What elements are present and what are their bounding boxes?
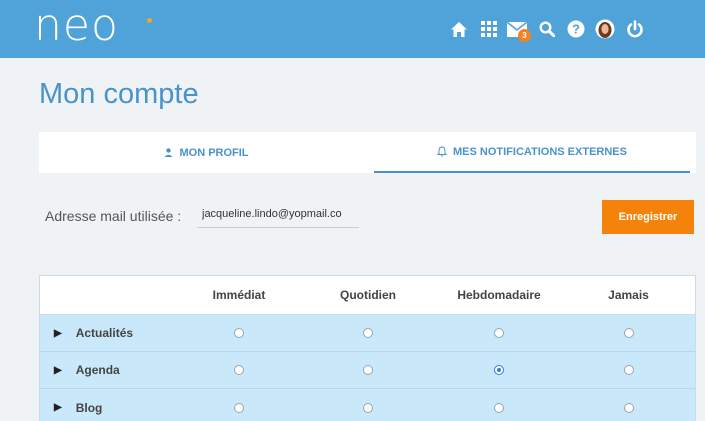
row-label: Blog bbox=[75, 400, 103, 415]
radio-immediat[interactable] bbox=[234, 365, 244, 375]
table-row: ▶ Actualités bbox=[40, 315, 695, 352]
radio-cell bbox=[298, 315, 438, 351]
radio-hebdomadaire[interactable] bbox=[494, 328, 504, 338]
logo-dot bbox=[147, 18, 152, 23]
tab-mes-notifications-label: MES NOTIFICATIONS EXTERNES bbox=[453, 145, 627, 158]
home-icon[interactable] bbox=[444, 12, 474, 46]
table-row: ▶ Agenda bbox=[40, 352, 695, 389]
header-quotidien: Quotidien bbox=[340, 288, 396, 302]
row-name-cell[interactable]: ▶ Agenda bbox=[40, 352, 180, 388]
radio-jamais[interactable] bbox=[623, 328, 634, 338]
header-hebdomadaire: Hebdomadaire bbox=[457, 288, 541, 302]
email-field[interactable] bbox=[197, 201, 359, 228]
table-header: Immédiat Quotidien Hebdomadaire Jamais bbox=[40, 276, 695, 315]
apps-grid-icon[interactable] bbox=[474, 12, 504, 46]
neo-logo[interactable]: neo bbox=[34, 4, 119, 48]
radio-jamais[interactable] bbox=[623, 402, 634, 413]
radio-cell bbox=[438, 315, 560, 351]
tab-mon-profil-label: MON PROFIL bbox=[179, 146, 249, 159]
radio-cell bbox=[438, 389, 560, 421]
radio-cell bbox=[180, 315, 298, 351]
radio-quotidien[interactable] bbox=[363, 365, 373, 375]
radio-immediat[interactable] bbox=[234, 402, 244, 413]
expand-triangle-icon[interactable]: ▶ bbox=[54, 365, 62, 376]
person-icon bbox=[164, 148, 173, 157]
radio-cell bbox=[298, 352, 438, 388]
svg-text:?: ? bbox=[572, 22, 580, 37]
radio-hebdomadaire[interactable] bbox=[494, 402, 504, 413]
expand-triangle-icon[interactable]: ▶ bbox=[54, 402, 62, 413]
mail-badge: 3 bbox=[518, 29, 531, 42]
mail-label: Adresse mail utilisée : bbox=[45, 208, 182, 224]
power-icon[interactable] bbox=[620, 12, 650, 46]
radio-jamais[interactable] bbox=[623, 365, 634, 375]
row-label: Actualités bbox=[75, 326, 134, 340]
mail-icon[interactable]: 3 bbox=[502, 12, 532, 46]
row-name-cell[interactable]: ▶ Actualités bbox=[40, 315, 180, 351]
expand-triangle-icon[interactable]: ▶ bbox=[54, 328, 62, 339]
row-label: Agenda bbox=[75, 363, 120, 377]
radio-cell bbox=[180, 389, 298, 421]
radio-cell bbox=[560, 352, 697, 388]
radio-cell bbox=[180, 352, 298, 388]
row-name-cell[interactable]: ▶ Blog bbox=[40, 389, 180, 421]
account-tabs: MON PROFIL MES NOTIFICATIONS EXTERNES bbox=[39, 132, 696, 173]
table-row: ▶ Blog bbox=[40, 389, 695, 421]
page-title: Mon compte bbox=[39, 78, 199, 110]
radio-cell bbox=[560, 389, 697, 421]
radio-quotidien[interactable] bbox=[363, 402, 373, 413]
avatar[interactable] bbox=[590, 12, 620, 46]
bell-icon bbox=[437, 146, 447, 157]
header-immediat: Immédiat bbox=[212, 288, 266, 302]
notifications-table: Immédiat Quotidien Hebdomadaire Jamais ▶… bbox=[39, 275, 696, 421]
radio-cell bbox=[438, 352, 560, 388]
header-cell-empty bbox=[40, 276, 180, 314]
radio-quotidien[interactable] bbox=[363, 328, 373, 338]
top-bar: neo 3 ? bbox=[0, 0, 705, 58]
header-jamais: Jamais bbox=[608, 288, 649, 302]
help-icon[interactable]: ? bbox=[561, 12, 591, 46]
search-icon[interactable] bbox=[532, 12, 562, 46]
tab-mon-profil[interactable]: MON PROFIL bbox=[39, 132, 374, 173]
radio-cell bbox=[298, 389, 438, 421]
radio-hebdomadaire-selected[interactable] bbox=[494, 365, 504, 375]
tab-mes-notifications-externes[interactable]: MES NOTIFICATIONS EXTERNES bbox=[374, 132, 690, 173]
radio-immediat[interactable] bbox=[234, 328, 244, 338]
radio-cell bbox=[560, 315, 697, 351]
save-button[interactable]: Enregistrer bbox=[602, 200, 694, 234]
